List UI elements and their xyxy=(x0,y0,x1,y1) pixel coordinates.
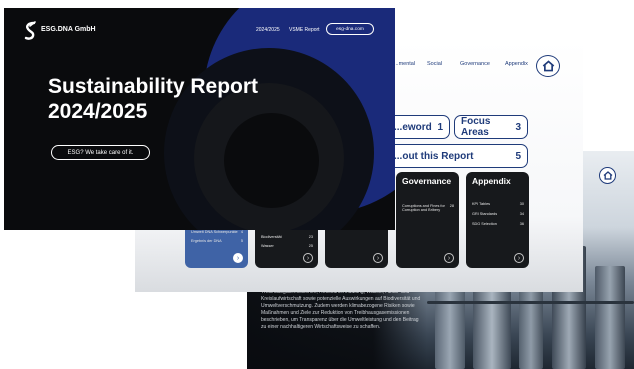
card-item[interactable]: Biodiversität 23 xyxy=(261,235,313,239)
toc-page: 5 xyxy=(515,150,521,162)
arrow-right-icon[interactable]: › xyxy=(514,253,524,263)
body-text: Treibhausgasemissionen, Ressourcennutzun… xyxy=(261,289,421,330)
card-item[interactable]: Wasser 25 xyxy=(261,244,313,248)
arrow-right-icon[interactable]: › xyxy=(303,253,313,263)
card-item[interactable]: Umwelt DNA Schwerpunkte 4 xyxy=(191,230,243,234)
section-card-governance[interactable]: Governance Corruptions and Fines for Cor… xyxy=(396,172,459,268)
logo-mark-icon xyxy=(24,21,36,40)
decorative-circle xyxy=(224,113,319,208)
toc-label: Focus Areas xyxy=(461,116,491,138)
report-title: Sustainability Report 2024/2025 xyxy=(48,74,308,124)
nav-link-social[interactable]: Social xyxy=(427,61,442,67)
home-button[interactable] xyxy=(536,55,560,77)
card-item[interactable]: Ergebnis der DNA 5 xyxy=(191,239,243,243)
nav-link-vsme-report[interactable]: VSME Report xyxy=(289,27,320,33)
card-item[interactable]: GRI Standards 34 xyxy=(472,212,524,216)
cover-slide: ESG.DNA GmbH 2024/2025 VSME Report esg-d… xyxy=(4,8,395,230)
toc-item-about-report[interactable]: ...out this Report 5 xyxy=(387,144,528,168)
home-button[interactable] xyxy=(599,167,616,184)
pipe-shape xyxy=(427,301,634,304)
card-item[interactable]: KPI Tables 30 xyxy=(472,202,524,206)
card-title: Appendix xyxy=(472,176,511,186)
website-link[interactable]: esg-dna.com xyxy=(326,23,374,35)
nav-link-year[interactable]: 2024/2025 xyxy=(256,27,280,33)
nav-link-environmental[interactable]: ...mental xyxy=(394,61,415,67)
toc-label: ...out this Report xyxy=(394,150,474,162)
card-item[interactable]: Corruptions and Fines for Corruption and… xyxy=(402,204,454,212)
card-item[interactable]: SDG Selection 36 xyxy=(472,222,524,226)
tagline-button[interactable]: ESG? We take care of it. xyxy=(51,145,150,160)
title-line: 2024/2025 xyxy=(48,100,148,123)
toc-page: 1 xyxy=(437,121,443,133)
title-line: Sustainability Report xyxy=(48,75,259,98)
silo-shape xyxy=(595,266,625,369)
home-icon xyxy=(542,60,554,72)
arrow-right-icon[interactable]: › xyxy=(444,253,454,263)
toc-item-foreword[interactable]: ...eword 1 xyxy=(387,115,450,139)
nav-link-governance[interactable]: Governance xyxy=(460,61,490,67)
arrow-right-icon[interactable]: › xyxy=(233,253,243,263)
toc-page: 3 xyxy=(515,121,521,133)
home-icon xyxy=(603,171,612,180)
toc-label: ...eword xyxy=(394,121,432,133)
brand-name: ESG.DNA GmbH xyxy=(41,26,96,33)
nav-link-appendix[interactable]: Appendix xyxy=(505,61,528,67)
toc-item-focus-areas[interactable]: Focus Areas 3 xyxy=(454,115,528,139)
section-card-appendix[interactable]: Appendix KPI Tables 30 GRI Standards 34 SD… xyxy=(466,172,529,268)
card-title: Governance xyxy=(402,176,452,186)
arrow-right-icon[interactable]: › xyxy=(373,253,383,263)
